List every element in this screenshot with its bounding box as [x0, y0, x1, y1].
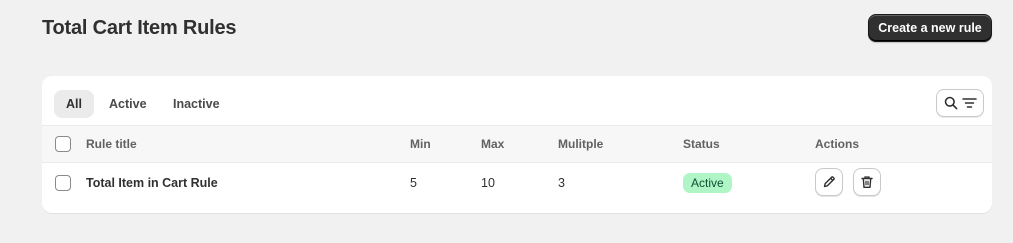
filter-icon [961, 97, 977, 109]
delete-icon [860, 175, 874, 189]
table-row[interactable]: Total Item in Cart Rule 5 10 3 Active [42, 163, 992, 205]
tab-inactive[interactable]: Inactive [161, 90, 232, 118]
column-header-multiple: Mulitple [558, 137, 604, 151]
row-checkbox[interactable] [55, 175, 71, 191]
edit-icon [822, 175, 836, 189]
page-title: Total Cart Item Rules [42, 17, 237, 39]
column-header-actions: Actions [815, 137, 860, 151]
tabs-bar: All Active Inactive [42, 76, 992, 126]
max-cell: 10 [481, 176, 495, 190]
column-header-rule-title[interactable]: Rule title [86, 137, 137, 151]
column-header-status: Status [683, 137, 720, 151]
min-cell: 5 [410, 176, 417, 190]
status-badge: Active [683, 173, 732, 193]
select-all-checkbox[interactable] [55, 136, 71, 152]
create-rule-button[interactable]: Create a new rule [868, 14, 992, 42]
tab-active[interactable]: Active [97, 90, 159, 118]
rules-card: All Active Inactive Rule title Min Max M… [42, 76, 992, 213]
rule-title-cell[interactable]: Total Item in Cart Rule [86, 176, 218, 190]
search-icon [944, 96, 958, 110]
column-header-min: Min [410, 137, 431, 151]
tab-all[interactable]: All [54, 90, 94, 118]
multiple-cell: 3 [558, 176, 565, 190]
delete-button[interactable] [853, 168, 881, 196]
table-header-row: Rule title Min Max Mulitple Status Actio… [42, 126, 992, 163]
column-header-max: Max [481, 137, 505, 151]
edit-button[interactable] [815, 168, 843, 196]
search-filter-button[interactable] [936, 89, 984, 117]
